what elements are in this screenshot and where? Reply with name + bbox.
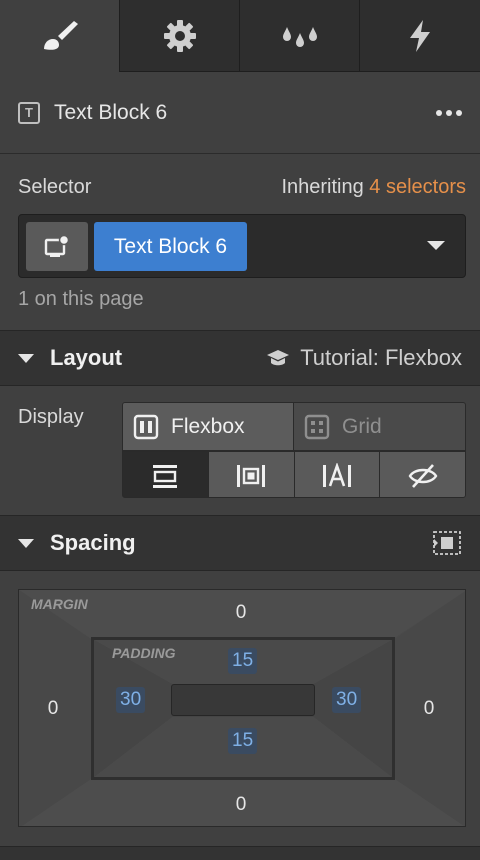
layout-section-header[interactable]: Layout Tutorial: Flexbox <box>0 330 480 386</box>
display-block-option[interactable] <box>123 452 209 497</box>
padding-label: PADDING <box>112 645 176 661</box>
spacing-title: Spacing <box>50 530 136 555</box>
display-label: Display <box>18 406 84 428</box>
flexbox-label: Flexbox <box>171 414 245 438</box>
tab-interactions[interactable] <box>240 0 360 72</box>
layout-title: Layout <box>50 345 123 370</box>
inline-block-icon <box>237 464 266 487</box>
selector-state-button[interactable] <box>26 222 88 271</box>
display-none-option[interactable] <box>380 452 465 497</box>
padding-right-value[interactable]: 30 <box>332 687 362 713</box>
block-icon <box>153 464 178 488</box>
display-control: Flexbox Grid <box>122 402 466 498</box>
collapse-triangle-icon <box>18 538 34 548</box>
display-inline-block-option[interactable] <box>208 452 295 497</box>
content-box <box>171 684 315 716</box>
selector-label: Selector <box>18 176 92 198</box>
display-flexbox-option[interactable]: Flexbox <box>123 403 294 450</box>
inheriting-count[interactable]: 4 selectors <box>369 176 466 198</box>
element-header: T Text Block 6 <box>0 72 480 154</box>
element-name: Text Block 6 <box>54 100 168 124</box>
on-page-count: 1 on this page <box>18 288 144 310</box>
eye-slash-icon <box>408 463 438 488</box>
tutorial-label: Tutorial: Flexbox <box>300 345 462 370</box>
tab-settings[interactable] <box>120 0 240 72</box>
drops-icon <box>282 26 317 47</box>
collapse-triangle-icon <box>18 353 34 363</box>
box-model-icon <box>433 531 461 555</box>
margin-top-value[interactable]: 0 <box>221 602 261 624</box>
tutorial-link[interactable]: Tutorial: Flexbox <box>266 345 462 371</box>
paintbrush-icon <box>43 21 78 50</box>
padding-top-value[interactable]: 15 <box>228 648 258 674</box>
next-section-header <box>0 846 480 860</box>
more-options-icon[interactable] <box>436 109 462 116</box>
lightning-icon <box>410 19 430 52</box>
spacing-section-header[interactable]: Spacing <box>0 515 480 571</box>
display-inline-option[interactable] <box>294 452 381 497</box>
inline-text-icon <box>322 462 351 487</box>
margin-box: MARGIN 0 0 0 0 PADDING 15 30 30 15 <box>18 589 466 827</box>
padding-bottom-value[interactable]: 15 <box>228 728 258 754</box>
tab-lightning[interactable] <box>360 0 480 72</box>
inheriting-info[interactable]: Inheriting 4 selectors <box>281 176 466 199</box>
text-block-icon: T <box>18 101 40 124</box>
graduation-cap-icon <box>267 350 290 366</box>
selector-row: Selector Inheriting 4 selectors <box>18 176 466 199</box>
padding-box: PADDING 15 30 30 15 <box>91 637 395 780</box>
panel-tabs <box>0 0 480 72</box>
tab-style[interactable] <box>0 0 120 72</box>
selector-class-pill[interactable]: Text Block 6 <box>94 222 247 271</box>
flexbox-icon <box>133 414 159 439</box>
margin-right-value[interactable]: 0 <box>409 698 449 720</box>
chevron-down-icon[interactable] <box>427 241 445 250</box>
margin-bottom-value[interactable]: 0 <box>221 794 261 816</box>
device-state-icon <box>44 234 70 257</box>
inheriting-prefix: Inheriting <box>281 176 370 198</box>
padding-left-value[interactable]: 30 <box>116 687 146 713</box>
gear-icon <box>163 19 196 52</box>
margin-left-value[interactable]: 0 <box>33 698 73 720</box>
grid-label: Grid <box>342 414 382 438</box>
display-grid-option[interactable]: Grid <box>294 403 465 450</box>
selector-field[interactable]: Text Block 6 <box>18 214 466 278</box>
grid-icon <box>304 414 330 439</box>
spacing-preset-button[interactable] <box>432 530 462 556</box>
margin-label: MARGIN <box>31 596 88 612</box>
